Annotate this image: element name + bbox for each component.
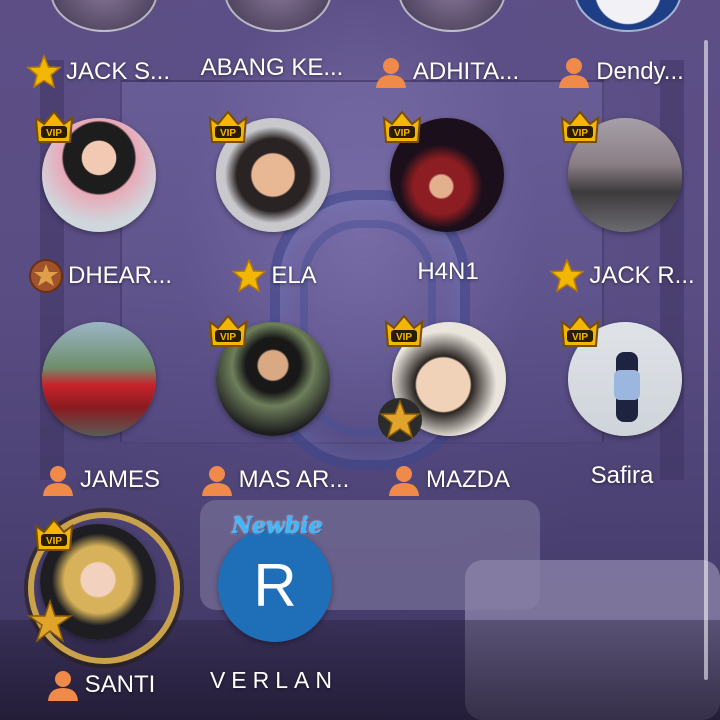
- seat[interactable]: VIP: [188, 108, 360, 258]
- seat-name[interactable]: JACK R...: [536, 258, 708, 294]
- seat[interactable]: VIP: [14, 508, 186, 664]
- vip-badge-icon: VIP: [208, 314, 248, 347]
- gold-star-icon: [231, 258, 268, 293]
- seat-name[interactable]: MAS AR...: [188, 462, 360, 498]
- seat-name[interactable]: JAMES: [14, 462, 186, 498]
- avatar-initial[interactable]: R: [218, 528, 332, 642]
- person-icon: [559, 58, 590, 88]
- newbie-badge: Newbie: [232, 513, 323, 539]
- seat-name[interactable]: H4N1: [362, 258, 534, 286]
- medal-star-icon: [28, 259, 63, 293]
- seat-name[interactable]: Dendy...: [534, 54, 706, 90]
- seat-name[interactable]: DHEAR...: [14, 258, 186, 294]
- svg-text:VIP: VIP: [394, 128, 410, 139]
- vip-badge-icon: VIP: [208, 110, 248, 143]
- vip-badge-icon: VIP: [560, 110, 600, 143]
- seat[interactable]: VIP: [536, 312, 708, 462]
- gold-star-medal-icon: [378, 398, 422, 442]
- svg-text:VIP: VIP: [220, 332, 236, 343]
- seat-name[interactable]: MAZDA: [362, 462, 534, 498]
- seat[interactable]: VIP: [362, 312, 534, 462]
- seat-name[interactable]: ADHITA...: [360, 54, 532, 90]
- person-icon: [375, 58, 406, 88]
- seat[interactable]: [14, 312, 186, 462]
- gold-star-icon: [549, 258, 586, 293]
- seat-name[interactable]: VERLAN: [188, 667, 360, 694]
- vip-badge-icon: VIP: [382, 110, 422, 143]
- svg-text:VIP: VIP: [220, 128, 236, 139]
- person-icon: [42, 466, 73, 496]
- gold-star-icon: [26, 54, 62, 89]
- seat-name[interactable]: ABANG KE...: [186, 54, 358, 82]
- seat-name[interactable]: Safira: [536, 462, 708, 490]
- svg-text:VIP: VIP: [572, 332, 588, 343]
- seat[interactable]: VIP: [14, 108, 186, 258]
- gold-star-medal-icon: [26, 598, 74, 644]
- svg-text:VIP: VIP: [46, 128, 62, 139]
- seat-name[interactable]: ELA: [188, 258, 360, 294]
- seat[interactable]: VIP: [536, 108, 708, 258]
- seat-name[interactable]: JACK S...: [12, 54, 184, 90]
- vip-badge-icon: VIP: [384, 314, 424, 347]
- svg-text:VIP: VIP: [396, 332, 412, 343]
- svg-text:VIP: VIP: [46, 536, 62, 547]
- seat[interactable]: VIP: [362, 108, 534, 258]
- person-icon: [201, 466, 232, 496]
- person-icon: [47, 671, 78, 701]
- avatar[interactable]: [42, 322, 156, 436]
- seat[interactable]: VIP: [188, 312, 360, 462]
- seat-name[interactable]: SANTI: [14, 667, 186, 703]
- vip-badge-icon: VIP: [34, 110, 74, 143]
- vip-badge-icon: VIP: [560, 314, 600, 347]
- svg-text:VIP: VIP: [572, 128, 588, 139]
- person-icon: [389, 466, 419, 496]
- vip-badge-icon: VIP: [34, 518, 74, 551]
